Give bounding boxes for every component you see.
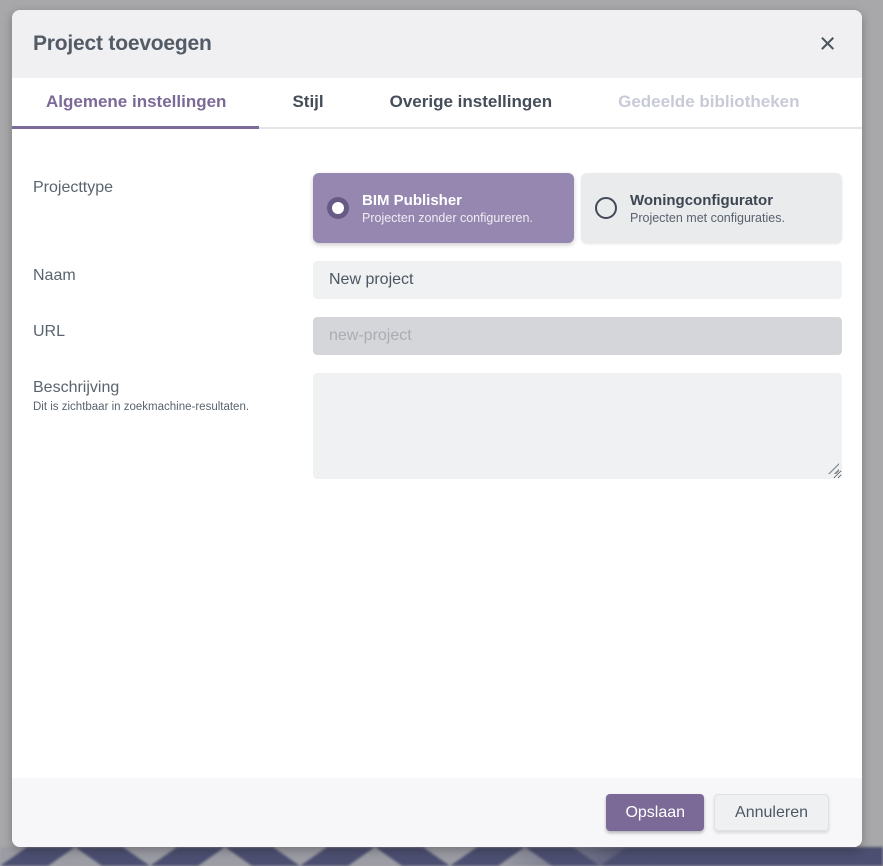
- url-row: URL: [33, 317, 842, 355]
- projecttype-options: BIM Publisher Projecten zonder configure…: [313, 173, 842, 243]
- save-button[interactable]: Opslaan: [606, 794, 704, 831]
- projecttype-row: Projecttype BIM Publisher Projecten zond…: [33, 173, 842, 243]
- option-description: Projecten met configuraties.: [630, 211, 785, 225]
- option-description: Projecten zonder configureren.: [362, 211, 533, 225]
- option-title: Woningconfigurator: [630, 192, 785, 209]
- naam-input[interactable]: [313, 261, 842, 299]
- tab-stijl[interactable]: Stijl: [259, 78, 356, 129]
- dialog-title: Project toevoegen: [33, 32, 212, 56]
- naam-row: Naam: [33, 261, 842, 299]
- radio-unselected-icon: [595, 197, 617, 219]
- radio-selected-icon: [327, 197, 349, 219]
- tab-bar: Algemene instellingen Stijl Overige inst…: [12, 78, 862, 129]
- beschrijving-row: Beschrijving Dit is zichtbaar in zoekmac…: [33, 373, 842, 479]
- beschrijving-label: Beschrijving: [33, 379, 313, 397]
- tab-gedeelde-bibliotheken: Gedeelde bibliotheken: [585, 78, 832, 129]
- dialog-header: Project toevoegen ×: [12, 10, 862, 78]
- option-title: BIM Publisher: [362, 192, 533, 209]
- naam-label: Naam: [33, 267, 313, 285]
- projecttype-label: Projecttype: [33, 179, 313, 197]
- url-label: URL: [33, 323, 313, 341]
- dialog-footer: Opslaan Annuleren: [12, 778, 862, 847]
- dialog-body: Projecttype BIM Publisher Projecten zond…: [12, 129, 862, 778]
- add-project-dialog: Project toevoegen × Algemene instellinge…: [12, 10, 862, 847]
- cancel-button[interactable]: Annuleren: [714, 794, 829, 831]
- projecttype-option-bim-publisher[interactable]: BIM Publisher Projecten zonder configure…: [313, 173, 574, 243]
- beschrijving-helper-text: Dit is zichtbaar in zoekmachine-resultat…: [33, 400, 313, 414]
- projecttype-option-woningconfigurator[interactable]: Woningconfigurator Projecten met configu…: [581, 173, 842, 243]
- close-icon[interactable]: ×: [819, 30, 836, 59]
- beschrijving-textarea[interactable]: [313, 373, 842, 479]
- tab-algemene-instellingen[interactable]: Algemene instellingen: [12, 78, 259, 129]
- url-input: [313, 317, 842, 355]
- background-pattern: [0, 847, 883, 866]
- tab-overige-instellingen[interactable]: Overige instellingen: [357, 78, 586, 129]
